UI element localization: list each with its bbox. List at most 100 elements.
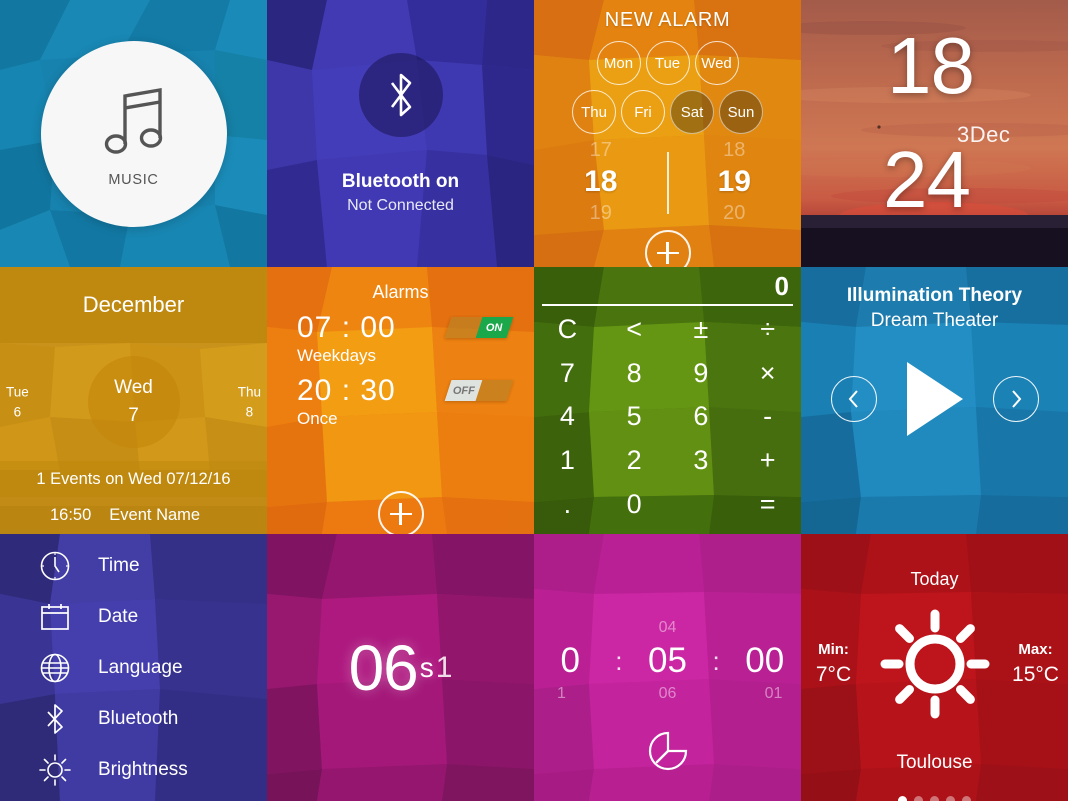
sidebar-item-bluetooth[interactable]: Bluetooth: [0, 693, 267, 744]
day-toggle-thu[interactable]: Thu: [572, 90, 616, 134]
clock-icon: [38, 549, 72, 583]
day-label: Tue: [654, 54, 681, 72]
tile-alarms[interactable]: Alarms 07 : 00 Weekdays ON 20 : 30 Once …: [267, 267, 534, 534]
page-dot-2[interactable]: [914, 796, 923, 801]
day-label: Fri: [634, 103, 652, 121]
stopwatch-display[interactable]: 06 s 1: [267, 534, 534, 801]
calendar-next-day[interactable]: Thu 8: [238, 382, 261, 421]
calculator-display: 0: [774, 271, 789, 301]
alarm-row-2[interactable]: 20 : 30 Once OFF: [267, 374, 534, 429]
timer-start-button[interactable]: [534, 727, 801, 775]
tile-calendar[interactable]: December Tue 6 Wed 7 Thu 8 1 Events on W…: [0, 267, 267, 534]
timer-picker[interactable]: 0 : 05 : 00: [534, 641, 801, 681]
page-dot-5[interactable]: [962, 796, 971, 801]
calc-key-clear[interactable]: C: [534, 308, 601, 352]
sidebar-item-language[interactable]: Language: [0, 642, 267, 693]
new-alarm-time-picker[interactable]: 17 18 19 18 19 20: [534, 139, 801, 224]
play-icon[interactable]: [906, 362, 963, 436]
calc-key-backspace[interactable]: <: [601, 308, 668, 352]
calc-key-divide[interactable]: ÷: [734, 308, 801, 352]
minute-column[interactable]: 18 19 20: [689, 139, 779, 224]
calendar-selected-day[interactable]: Wed 7: [87, 356, 180, 448]
tile-photo-clock[interactable]: 18 3Dec 24: [801, 0, 1068, 267]
calc-key-7[interactable]: 7: [534, 352, 601, 396]
day-label: Sun: [727, 103, 755, 121]
calculator-keypad[interactable]: C < ± ÷ 7 8 9 × 4 5 6 - 1 2 3 + . 0 =: [534, 308, 801, 526]
calc-key-plus[interactable]: +: [734, 439, 801, 483]
toggle-on-label: ON: [486, 321, 503, 334]
alarm-toggle-on[interactable]: ON: [444, 317, 514, 338]
calendar-prev-day[interactable]: Tue 6: [6, 382, 29, 421]
day-toggle-fri[interactable]: Fri: [621, 90, 665, 134]
hour-prev: 17: [589, 139, 612, 161]
sidebar-item-time[interactable]: Time: [0, 540, 267, 591]
timer-hours-current[interactable]: 0: [539, 641, 601, 681]
bluetooth-status-sub: Not Connected: [347, 196, 454, 214]
alarm-row-1[interactable]: 07 : 00 Weekdays ON: [267, 311, 534, 366]
minute-current: 19: [717, 165, 751, 198]
day-label: Wed: [701, 54, 732, 72]
day-toggle-tue[interactable]: Tue: [645, 41, 690, 85]
day-toggle-wed[interactable]: Wed: [694, 41, 739, 85]
calc-key-2[interactable]: 2: [601, 439, 668, 483]
previous-icon[interactable]: [830, 376, 877, 422]
add-alarm-icon[interactable]: [644, 230, 691, 267]
tile-weather[interactable]: Today Min: 7°C Max: 15°C Toulouse: [801, 534, 1068, 801]
calc-key-9[interactable]: 9: [668, 352, 735, 396]
calc-key-1[interactable]: 1: [534, 439, 601, 483]
add-alarm-icon[interactable]: [377, 491, 424, 534]
sidebar-item-date[interactable]: Date: [0, 591, 267, 642]
calc-key-decimal[interactable]: .: [534, 482, 601, 526]
tile-music-player[interactable]: Illumination Theory Dream Theater: [801, 267, 1068, 534]
next-icon[interactable]: [992, 376, 1039, 422]
calc-key-3[interactable]: 3: [668, 439, 735, 483]
max-value: 15°C: [1012, 663, 1059, 686]
calendar-day-strip[interactable]: Tue 6 Wed 7 Thu 8: [0, 343, 267, 461]
tile-new-alarm[interactable]: NEW ALARM Mon Tue Wed Thu Fri Sat Sun 17…: [534, 0, 801, 267]
prev-day-date: 6: [13, 404, 22, 419]
page-dot-4[interactable]: [946, 796, 955, 801]
tile-bluetooth[interactable]: Bluetooth on Not Connected: [267, 0, 534, 267]
selected-day-weekday: Wed: [114, 377, 153, 399]
day-toggle-mon[interactable]: Mon: [596, 41, 641, 85]
tile-stopwatch[interactable]: 06 s 1: [267, 534, 534, 801]
timer-minutes-current[interactable]: 05: [637, 641, 699, 681]
timer-separator-1: :: [615, 645, 623, 676]
calc-key-8[interactable]: 8: [601, 352, 668, 396]
calc-key-blank: [668, 482, 735, 526]
sidebar-item-wallpaper[interactable]: [0, 795, 267, 801]
player-track-title: Illumination Theory: [846, 285, 1023, 306]
alarm-toggle-off[interactable]: OFF: [444, 380, 514, 401]
timer-seconds-current[interactable]: 00: [734, 641, 796, 681]
tile-timer[interactable]: 04 0 : 05 : 00 1 06 01: [534, 534, 801, 801]
calc-key-plusminus[interactable]: ±: [668, 308, 735, 352]
day-toggle-sat[interactable]: Sat: [670, 90, 714, 134]
sidebar-item-brightness[interactable]: Brightness: [0, 744, 267, 795]
bluetooth-status-title: Bluetooth on: [341, 170, 460, 192]
music-button[interactable]: MUSIC: [40, 40, 227, 227]
tile-settings[interactable]: Time Date Language Bluetooth Brightness: [0, 534, 267, 801]
event-time: 16:50: [50, 506, 92, 524]
clock-minutes: 24: [883, 135, 971, 224]
sun-icon: [880, 609, 989, 719]
bluetooth-button[interactable]: [358, 52, 443, 137]
calc-key-multiply[interactable]: ×: [734, 352, 801, 396]
settings-list: Time Date Language Bluetooth Brightness: [0, 534, 267, 801]
page-indicator[interactable]: [801, 796, 1068, 801]
tile-music[interactable]: MUSIC: [0, 0, 267, 267]
day-toggle-sun[interactable]: Sun: [719, 90, 763, 134]
page-dot-1[interactable]: [898, 796, 907, 801]
hour-column[interactable]: 17 18 19: [556, 139, 646, 224]
page-dot-3[interactable]: [930, 796, 939, 801]
stopwatch-unit: s: [419, 651, 434, 683]
tile-calculator[interactable]: 0 C < ± ÷ 7 8 9 × 4 5 6 - 1 2 3 + . 0 =: [534, 267, 801, 534]
calc-key-4[interactable]: 4: [534, 395, 601, 439]
calc-key-5[interactable]: 5: [601, 395, 668, 439]
calc-key-minus[interactable]: -: [734, 395, 801, 439]
calendar-event-row[interactable]: 16:50 Event Name: [0, 497, 267, 534]
calc-key-equals[interactable]: =: [734, 482, 801, 526]
weather-min: Min: 7°C: [803, 641, 865, 687]
calc-key-0[interactable]: 0: [601, 482, 668, 526]
calc-key-6[interactable]: 6: [668, 395, 735, 439]
next-day-date: 8: [245, 404, 254, 419]
